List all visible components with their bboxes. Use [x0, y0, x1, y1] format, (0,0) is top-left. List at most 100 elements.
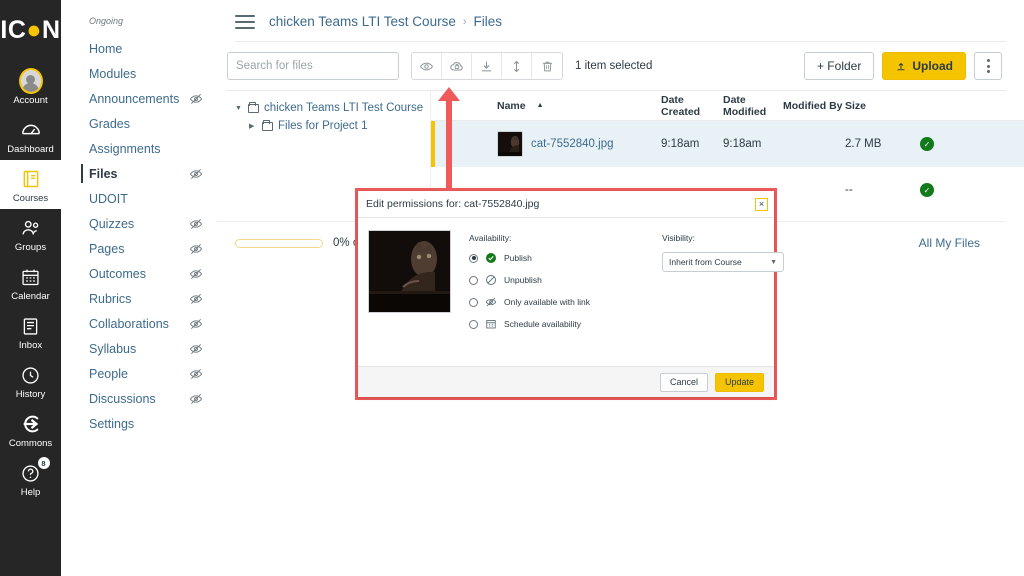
- global-nav-label: History: [15, 389, 46, 400]
- published-icon[interactable]: ✓: [920, 137, 934, 151]
- column-header-date-modified[interactable]: Date Modified: [723, 94, 783, 118]
- file-name-link[interactable]: cat-7552840.jpg: [531, 138, 613, 150]
- close-icon[interactable]: ×: [755, 197, 768, 211]
- file-thumbnail: [497, 131, 523, 157]
- search-input[interactable]: [228, 53, 398, 79]
- dialog-footer: Cancel Update: [358, 366, 774, 397]
- course-nav-item-assignments[interactable]: Assignments: [61, 136, 217, 161]
- option-unpublish[interactable]: Unpublish: [469, 274, 644, 286]
- global-nav-item-dashboard[interactable]: Dashboard: [0, 111, 61, 160]
- course-nav-item-settings[interactable]: Settings: [61, 411, 217, 436]
- update-button[interactable]: Update: [714, 372, 764, 392]
- toolbar-right-actions: + Folder Upload: [803, 52, 1002, 80]
- menu-toggle-icon[interactable]: [235, 14, 255, 29]
- page-topbar: chicken Teams LTI Test Course › Files: [217, 0, 1024, 41]
- course-nav-label: Quizzes: [89, 216, 135, 231]
- radio-button[interactable]: [469, 297, 478, 307]
- cancel-button[interactable]: Cancel: [659, 372, 708, 392]
- tree-item-root[interactable]: ▼ chicken Teams LTI Test Course: [235, 99, 430, 117]
- more-options-icon[interactable]: [974, 52, 1002, 80]
- option-schedule-availability[interactable]: Schedule availability: [469, 318, 644, 330]
- course-nav-item-files[interactable]: Files: [61, 161, 217, 186]
- publish-check-icon: [485, 252, 497, 264]
- search-box[interactable]: [227, 52, 399, 80]
- file-action-buttons: [411, 52, 563, 80]
- caret-right-icon[interactable]: ▶: [249, 122, 257, 130]
- radio-button[interactable]: [469, 319, 478, 329]
- column-header-size[interactable]: Size: [845, 100, 907, 112]
- eye-off-icon: [189, 292, 203, 306]
- all-my-files-link[interactable]: All My Files: [919, 236, 980, 250]
- upload-button[interactable]: Upload: [882, 52, 966, 80]
- course-nav-item-people[interactable]: People: [61, 361, 217, 386]
- eye-off-icon: [189, 342, 203, 356]
- option-only-available-with-link[interactable]: Only available with link: [469, 296, 644, 308]
- course-nav-label: Assignments: [89, 141, 161, 156]
- table-row[interactable]: cat-7552840.jpg 9:18am 9:18am 2.7 MB ✓: [431, 121, 1024, 167]
- download-icon[interactable]: [472, 53, 502, 79]
- manage-access-icon[interactable]: [442, 53, 472, 79]
- table-header-row: Name ▲ Date Created Date Modified Modifi…: [431, 91, 1024, 121]
- folder-icon: [262, 119, 273, 131]
- course-nav-item-discussions[interactable]: Discussions: [61, 386, 217, 411]
- inbox-icon: [19, 314, 43, 338]
- course-nav-item-announcements[interactable]: Announcements: [61, 86, 217, 111]
- icon-logo[interactable]: IC●N: [0, 12, 61, 48]
- global-nav-label: Dashboard: [7, 144, 54, 155]
- caret-down-icon[interactable]: ▼: [235, 105, 243, 112]
- global-nav-label: Courses: [12, 193, 49, 204]
- course-nav-item-modules[interactable]: Modules: [61, 61, 217, 86]
- visibility-select[interactable]: Inherit from Course ▼: [662, 252, 784, 272]
- radio-button[interactable]: [469, 275, 478, 285]
- column-header-modified-by[interactable]: Modified By: [783, 100, 845, 112]
- option-publish[interactable]: Publish: [469, 252, 644, 264]
- course-nav-item-collaborations[interactable]: Collaborations: [61, 311, 217, 336]
- option-label: Only available with link: [504, 297, 590, 307]
- column-header-name[interactable]: Name ▲: [431, 100, 661, 112]
- global-nav-item-courses[interactable]: Courses: [0, 160, 61, 209]
- course-nav-item-grades[interactable]: Grades: [61, 111, 217, 136]
- view-icon[interactable]: [412, 53, 442, 79]
- clock-icon: [19, 363, 43, 387]
- file-date-modified: 9:18am: [723, 138, 762, 150]
- breadcrumb-separator-icon: ›: [462, 15, 467, 28]
- global-nav-label: Account: [13, 95, 48, 106]
- breadcrumb-current[interactable]: Files: [474, 14, 503, 29]
- global-nav-item-groups[interactable]: Groups: [0, 209, 61, 258]
- link-eye-icon: [485, 296, 497, 308]
- course-nav-label: Discussions: [89, 391, 156, 406]
- course-nav-item-udoit[interactable]: UDOIT: [61, 186, 217, 211]
- course-nav-item-rubrics[interactable]: Rubrics: [61, 286, 217, 311]
- chevron-down-icon: ▼: [770, 258, 777, 266]
- global-nav-item-history[interactable]: History: [0, 356, 61, 405]
- global-nav-item-inbox[interactable]: Inbox: [0, 307, 61, 356]
- course-nav-label: Rubrics: [89, 291, 132, 306]
- add-folder-button[interactable]: + Folder: [803, 52, 875, 80]
- global-nav-item-commons[interactable]: Commons: [0, 405, 61, 454]
- course-nav-item-outcomes[interactable]: Outcomes: [61, 261, 217, 286]
- breadcrumb-course[interactable]: chicken Teams LTI Test Course: [269, 14, 456, 29]
- calendar-icon: [485, 318, 497, 330]
- course-nav-item-home[interactable]: Home: [61, 36, 217, 61]
- delete-icon[interactable]: [532, 53, 562, 79]
- file-preview-image: [368, 230, 451, 313]
- global-nav-item-calendar[interactable]: Calendar: [0, 258, 61, 307]
- file-size: --: [845, 184, 853, 196]
- published-icon[interactable]: ✓: [920, 183, 934, 197]
- radio-button[interactable]: [469, 253, 478, 263]
- global-nav-item-help[interactable]: 8 Help: [0, 454, 61, 503]
- files-toolbar: 1 item selected + Folder Upload: [217, 42, 1024, 90]
- tree-item-files-for-project-1[interactable]: ▶ Files for Project 1: [235, 117, 430, 135]
- course-nav-item-syllabus[interactable]: Syllabus: [61, 336, 217, 361]
- column-header-date-created[interactable]: Date Created: [661, 94, 723, 118]
- option-label: Schedule availability: [504, 319, 582, 329]
- groups-icon: [19, 216, 43, 240]
- commons-icon: [19, 412, 43, 436]
- course-nav-item-pages[interactable]: Pages: [61, 236, 217, 261]
- eye-off-icon: [189, 317, 203, 331]
- global-nav-item-account[interactable]: Account: [0, 62, 61, 111]
- move-icon[interactable]: [502, 53, 532, 79]
- search-icon[interactable]: [398, 53, 399, 79]
- course-nav-item-quizzes[interactable]: Quizzes: [61, 211, 217, 236]
- course-nav-label: Grades: [89, 116, 130, 131]
